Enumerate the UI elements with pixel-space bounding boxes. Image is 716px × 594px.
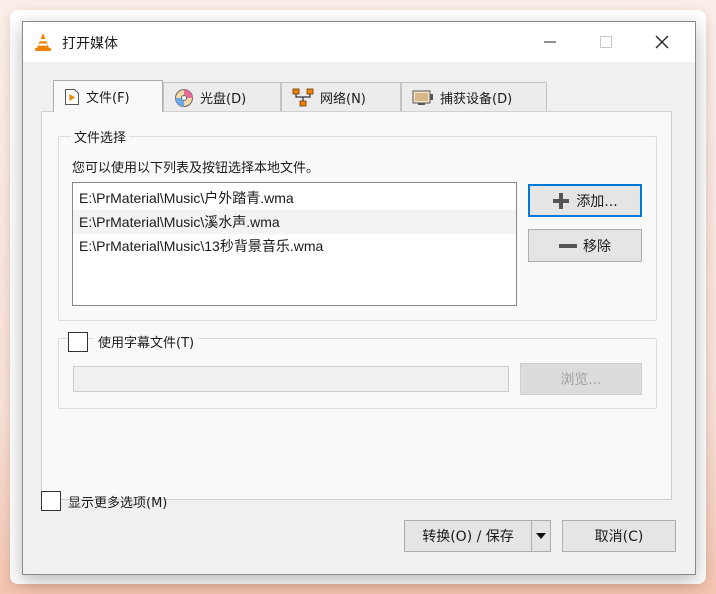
add-button[interactable]: 添加... [528,184,642,217]
cancel-button-label: 取消(C) [594,529,644,545]
subtitle-checkbox-label: 使用字幕文件(T) [94,332,199,351]
remove-button[interactable]: 移除 [528,229,642,262]
tab-file-label: 文件(F) [86,91,130,106]
file-list[interactable]: E:\PrMaterial\Music\户外踏青.wma E:\PrMateri… [72,182,517,306]
title-bar: 打开媒体 [23,22,695,62]
more-options-checkbox[interactable] [41,491,61,511]
browse-button-label: 浏览... [560,372,602,388]
subtitle-checkbox[interactable] [68,332,88,352]
disc-icon [175,88,193,107]
file-play-icon [65,88,79,105]
maximize-button [583,22,629,62]
convert-save-dropdown[interactable] [531,520,551,552]
convert-save-button[interactable]: 转换(O) / 保存 [404,520,532,552]
window-title: 打开媒体 [62,36,118,52]
subtitle-group: 使用字幕文件(T) 浏览... [58,332,657,409]
open-media-dialog: 打开媒体 文件(F) 光盘(D) 网络(N) 捕获设备(D) 文件选择 您可以使… [22,21,696,575]
minimize-button[interactable] [527,22,573,62]
minimize-icon [544,41,556,43]
file-selection-title: 文件选择 [71,127,130,146]
subtitle-path-input [73,366,509,392]
tab-network[interactable]: 网络(N) [281,82,401,112]
file-list-item[interactable]: E:\PrMaterial\Music\溪水声.wma [73,210,516,234]
file-list-item[interactable]: E:\PrMaterial\Music\户外踏青.wma [73,186,516,210]
more-options-label: 显示更多选项(M) [68,496,168,511]
capture-device-icon [412,90,433,105]
add-button-label: 添加... [576,193,618,210]
tab-file[interactable]: 文件(F) [53,80,163,112]
remove-button-label: 移除 [583,238,611,255]
tab-capture-device-label: 捕获设备(D) [440,92,513,107]
file-selection-description: 您可以使用以下列表及按钮选择本地文件。 [72,161,320,176]
plus-icon [553,192,570,209]
close-icon [655,35,669,49]
file-tab-panel: 文件选择 您可以使用以下列表及按钮选择本地文件。 E:\PrMaterial\M… [41,111,672,500]
vlc-cone-icon [35,33,51,51]
browse-button: 浏览... [520,363,642,395]
tab-disc[interactable]: 光盘(D) [163,82,281,112]
cancel-button[interactable]: 取消(C) [562,520,676,552]
file-selection-group: 文件选择 您可以使用以下列表及按钮选择本地文件。 E:\PrMaterial\M… [58,127,657,321]
maximize-icon [600,36,612,48]
chevron-down-icon [536,533,546,539]
tab-disc-label: 光盘(D) [200,92,247,107]
close-button[interactable] [639,22,685,62]
tab-network-label: 网络(N) [320,92,366,107]
file-list-item[interactable]: E:\PrMaterial\Music\13秒背景音乐.wma [73,234,516,258]
convert-save-label: 转换(O) / 保存 [422,529,514,545]
network-icon [292,88,314,106]
tab-capture-device[interactable]: 捕获设备(D) [401,82,547,112]
minus-icon [559,243,577,248]
